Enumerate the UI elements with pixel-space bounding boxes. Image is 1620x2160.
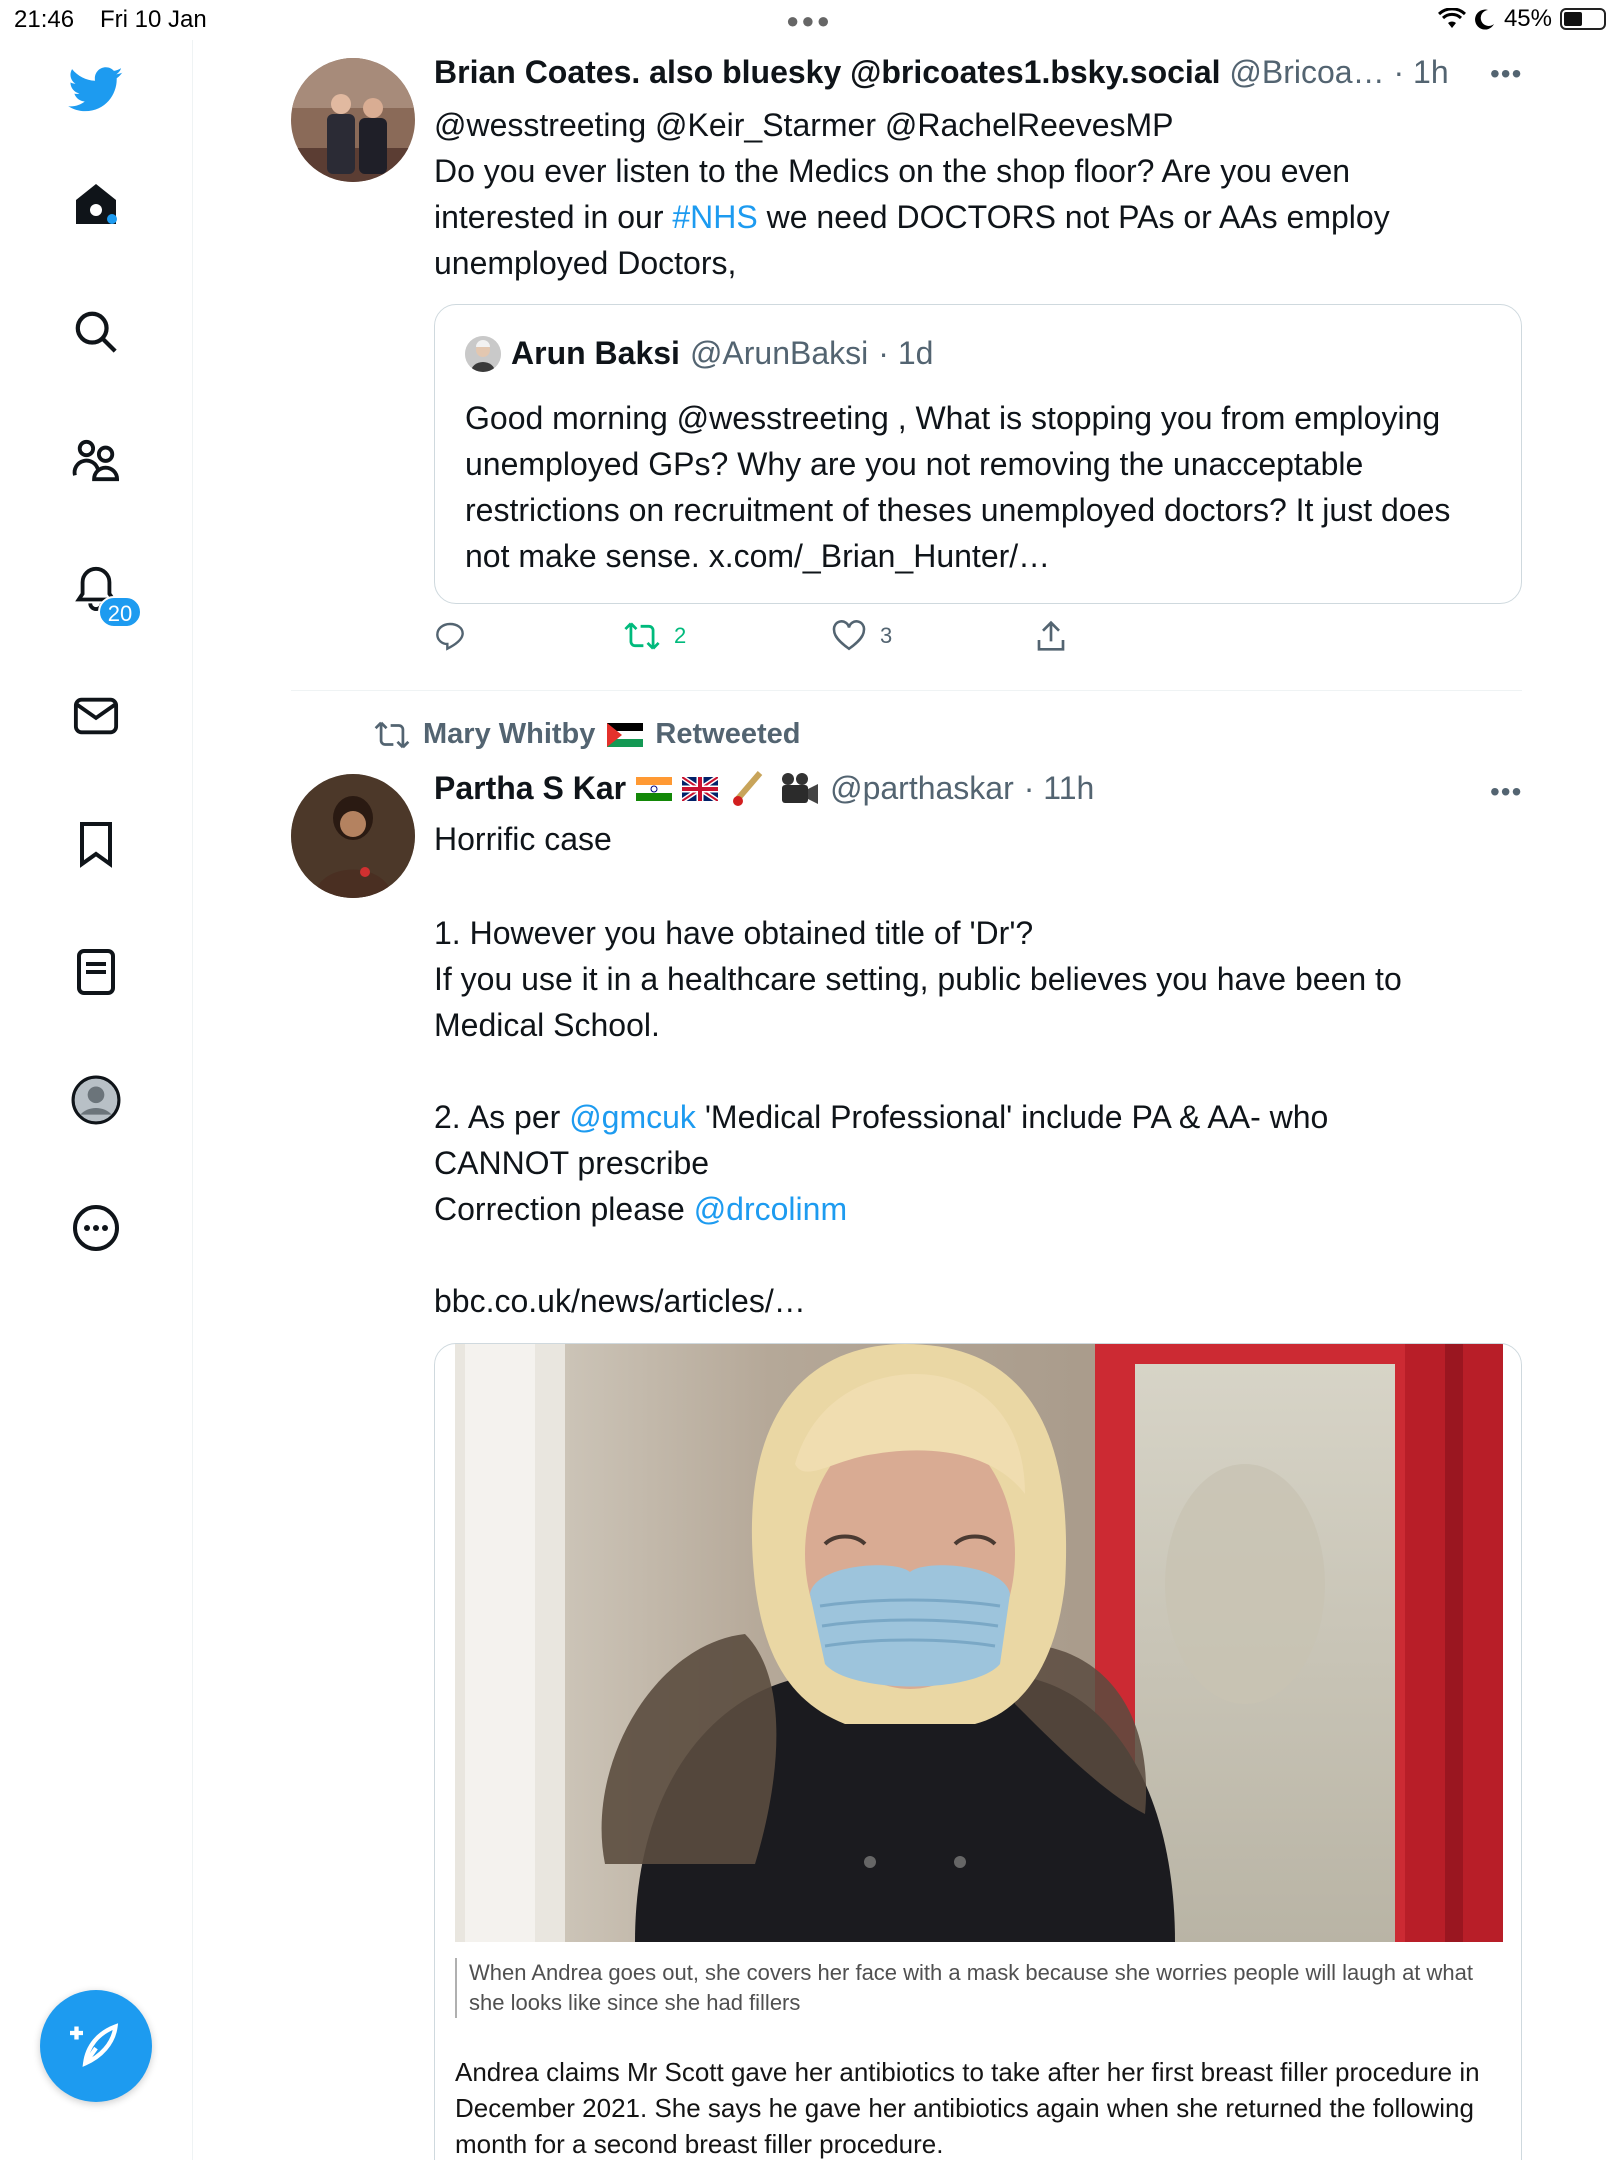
- avatar-partha-kar[interactable]: [291, 774, 415, 898]
- share-button[interactable]: [1036, 620, 1066, 652]
- quoted-author-name: Arun Baksi: [511, 335, 680, 371]
- heart-icon: [832, 620, 866, 651]
- link-preview-card[interactable]: When Andrea goes out, she covers her fac…: [434, 1343, 1522, 2160]
- sidebar-nav: 20: [0, 40, 193, 2160]
- article-excerpt: Andrea claims Mr Scott gave her antibiot…: [455, 2057, 1480, 2159]
- profile-avatar-icon[interactable]: [66, 1070, 126, 1130]
- messages-icon[interactable]: [66, 686, 126, 746]
- timeline: Brian Coates. also bluesky @bricoates1.b…: [193, 40, 1620, 2160]
- uk-flag-icon: [682, 776, 719, 801]
- quoted-tweet-time: · 1d: [878, 335, 934, 371]
- mention-link[interactable]: @drcolinm: [694, 1191, 847, 1227]
- share-icon: [1037, 620, 1065, 651]
- status-time: 21:46: [14, 6, 75, 33]
- avatar-brian-coates[interactable]: [291, 58, 415, 182]
- palestine-flag-icon: [607, 722, 644, 747]
- quoted-author-handle: @ArunBaksi: [689, 335, 869, 371]
- tweet-line-1: Horrific case: [434, 821, 612, 857]
- search-icon[interactable]: [66, 302, 126, 362]
- movie-camera-icon: [782, 772, 819, 804]
- quoted-tweet[interactable]: Arun Baksi @ArunBaksi · 1d Good morning …: [434, 304, 1522, 604]
- home-new-dot: [107, 214, 117, 224]
- tweet-header: Brian Coates. also bluesky @bricoates1.b…: [434, 54, 1534, 91]
- like-count: 3: [880, 623, 893, 648]
- twitter-logo-icon[interactable]: [66, 60, 126, 120]
- photo-caption: When Andrea goes out, she covers her fac…: [455, 1958, 1495, 2018]
- india-flag-icon: [636, 776, 673, 801]
- retweeted-label: Retweeted: [655, 718, 801, 750]
- article-link[interactable]: bbc.co.uk/news/articles/…: [434, 1278, 806, 1324]
- communities-icon[interactable]: [66, 430, 126, 490]
- retweeter-name[interactable]: Mary Whitby: [423, 718, 595, 751]
- reply-button[interactable]: [434, 620, 466, 652]
- cricket-icon: [733, 770, 763, 806]
- battery-icon: [1560, 8, 1606, 30]
- article-photo: [455, 1344, 1503, 1942]
- tweet-header: Partha S Kar @parthaskar · 11h: [434, 770, 1094, 807]
- retweet-count: 2: [674, 623, 687, 648]
- compose-tweet-button[interactable]: [40, 1990, 152, 2102]
- retweeted-by-line: Mary Whitby Retweeted: [373, 718, 800, 751]
- tweet-point-1: 1. However you have obtained title of 'D…: [434, 915, 1402, 1043]
- tweet-body-text: 2. As per: [434, 1099, 570, 1135]
- multitasking-dots-icon[interactable]: ●●●: [786, 8, 832, 34]
- tweet-time[interactable]: · 1h: [1393, 54, 1448, 90]
- tweet-body: Do you ever listen to the Medics on the …: [434, 148, 1494, 286]
- more-options-icon[interactable]: [66, 1198, 126, 1258]
- status-date: Fri 10 Jan: [100, 6, 207, 33]
- wifi-icon: [1437, 8, 1466, 28]
- mention-link[interactable]: @gmcuk: [569, 1099, 696, 1135]
- author-name[interactable]: Partha S Kar: [434, 770, 626, 807]
- moon-icon: [1474, 9, 1494, 30]
- status-bar: 21:46 Fri 10 Jan ●●● 45%: [0, 0, 1620, 40]
- author-name[interactable]: Brian Coates. also bluesky @bricoates1.b…: [434, 54, 1221, 90]
- author-handle[interactable]: @parthaskar: [830, 770, 1014, 807]
- tweet-point-2: 2. As per @gmcuk 'Medical Professional' …: [434, 1094, 1514, 1232]
- retweet-icon: [624, 622, 660, 650]
- avatar-arun-baksi: [465, 335, 501, 372]
- compose-feather-icon: [70, 2023, 119, 2067]
- tweet-divider: [291, 690, 1522, 691]
- like-button[interactable]: 3: [832, 620, 892, 652]
- more-options-icon[interactable]: •••: [1490, 58, 1522, 90]
- tweet-actions: 2 3: [434, 620, 1134, 664]
- lists-icon[interactable]: [66, 942, 126, 1002]
- home-icon[interactable]: [66, 174, 126, 234]
- bookmarks-icon[interactable]: [66, 814, 126, 874]
- more-options-icon[interactable]: •••: [1490, 776, 1522, 808]
- notifications-badge: 20: [98, 596, 142, 628]
- quoted-tweet-header: Arun Baksi @ArunBaksi · 1d: [465, 335, 933, 372]
- hashtag-link[interactable]: #NHS: [672, 199, 757, 235]
- retweet-button[interactable]: 2: [624, 620, 686, 652]
- tweet-time[interactable]: · 11h: [1024, 770, 1095, 807]
- author-handle[interactable]: @Bricoa…: [1229, 54, 1384, 90]
- quoted-tweet-text: Good morning @wesstreeting , What is sto…: [465, 400, 1451, 574]
- tweet-mentions[interactable]: @wesstreeting @Keir_Starmer @RachelReeve…: [434, 102, 1173, 148]
- battery-percent: 45%: [1503, 5, 1552, 32]
- reply-icon: [436, 622, 464, 651]
- retweet-small-icon: [374, 721, 410, 748]
